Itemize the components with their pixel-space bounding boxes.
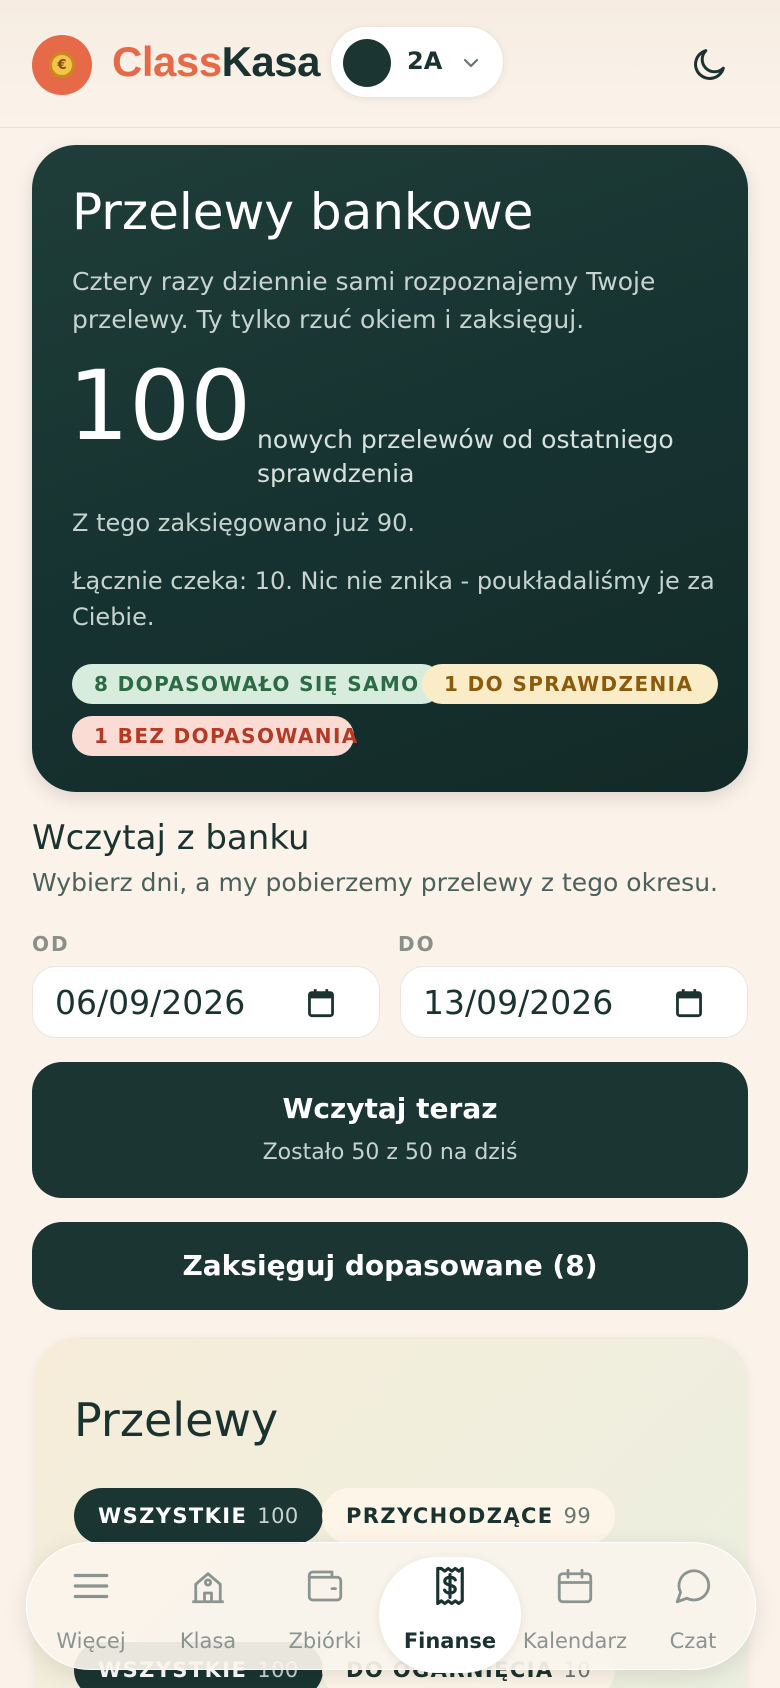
menu-icon [73,1573,109,1599]
load-now-button[interactable]: Wczytaj teraz Zostało 50 z 50 na dziś [32,1062,748,1198]
nav-item-calendar[interactable]: Kalendarz [517,1543,633,1671]
nav-item-collections[interactable]: Zbiórki [267,1543,383,1671]
class-selector-label: 2A [407,47,443,75]
review-badge[interactable]: 1 DO SPRAWDZENIA [422,664,718,704]
school-icon [192,1572,224,1604]
tab-incoming[interactable]: PRZYCHODZĄCE 99 [322,1488,616,1544]
dark-mode-moon-icon[interactable] [690,44,730,84]
unmatched-badge[interactable]: 1 BEZ DOPASOWANIA [72,716,357,756]
transfers-title: Przelewy [74,1393,279,1447]
import-section-subtitle: Wybierz dni, a my pobierzemy przelewy z … [32,868,718,897]
nav-item-chat[interactable]: Czat [635,1543,751,1671]
app-header: € ClassKasa 2A [0,0,780,128]
chevron-down-icon [463,58,479,68]
load-now-label: Wczytaj teraz [282,1092,498,1125]
calendar-icon[interactable] [307,988,335,1018]
hero-description: Cztery razy dziennie sami rozpoznajemy T… [72,267,656,334]
bottom-navigation: Więcej Klasa Zbiórki Finanse Kalendarz C… [26,1542,756,1673]
calendar-icon [557,1568,593,1604]
to-date-label: DO [398,932,436,956]
from-date-label: OD [32,932,70,956]
matched-badge[interactable]: 8 DOPASOWAŁO SIĘ SAMO [72,664,442,704]
tab-all[interactable]: WSZYSTKIE 100 [74,1488,323,1544]
to-date-value: 13/09/2026 [423,983,614,1022]
calendar-icon[interactable] [675,988,703,1018]
from-date-input[interactable]: 06/09/2026 [32,966,380,1038]
hero-title: Przelewy bankowe [72,183,534,241]
import-section-title: Wczytaj z banku [32,818,310,858]
new-transfers-count: 100 [68,350,252,462]
to-date-input[interactable]: 13/09/2026 [400,966,748,1038]
logo-icon: € [32,35,92,95]
class-selector[interactable]: 2A [330,26,504,98]
load-quota-text: Zostało 50 z 50 na dziś [262,1140,518,1165]
coin-icon: € [49,52,75,78]
from-date-value: 06/09/2026 [55,983,246,1022]
nav-item-class[interactable]: Klasa [150,1543,266,1671]
new-transfers-label: nowych przelewów od ostatniego sprawdzen… [257,425,674,488]
book-matched-button[interactable]: Zaksięguj dopasowane (8) [32,1222,748,1310]
waiting-count-text: Łącznie czeka: 10. Nic nie znika - poukł… [72,567,715,631]
receipt-dollar-icon [436,1566,464,1606]
wallet-icon [307,1570,343,1602]
app-logo-text: ClassKasa [112,38,320,85]
booked-count-text: Z tego zaksięgowano już 90. [72,509,415,537]
book-matched-label: Zaksięguj dopasowane (8) [182,1249,598,1282]
bank-transfers-summary-card: Przelewy bankowe Cztery razy dziennie sa… [32,145,748,792]
nav-item-more[interactable]: Więcej [33,1543,149,1671]
class-avatar [343,39,391,87]
nav-item-finance[interactable]: Finanse [392,1543,508,1671]
chat-icon [675,1569,711,1604]
